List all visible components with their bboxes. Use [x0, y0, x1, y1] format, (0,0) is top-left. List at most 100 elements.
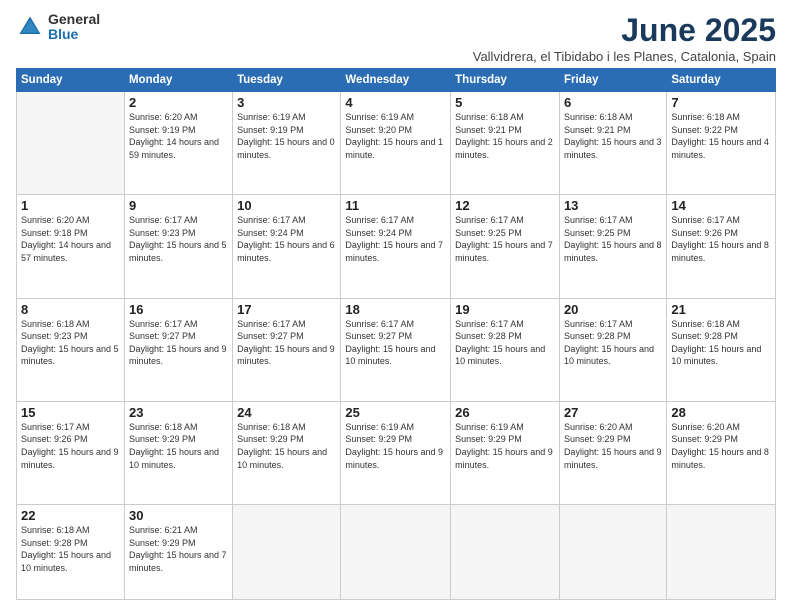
day-number: 2 — [129, 95, 228, 110]
day-number: 22 — [21, 508, 120, 523]
header-cell-friday: Friday — [559, 69, 666, 92]
day-cell: 22Sunrise: 6:18 AMSunset: 9:28 PMDayligh… — [17, 505, 125, 600]
day-number: 23 — [129, 405, 228, 420]
logo-blue: Blue — [48, 27, 100, 42]
day-info: Sunrise: 6:20 AMSunset: 9:19 PMDaylight:… — [129, 111, 228, 161]
day-cell — [17, 92, 125, 195]
header-cell-thursday: Thursday — [451, 69, 560, 92]
day-info: Sunrise: 6:17 AMSunset: 9:26 PMDaylight:… — [21, 421, 120, 471]
day-info: Sunrise: 6:19 AMSunset: 9:29 PMDaylight:… — [455, 421, 555, 471]
day-info: Sunrise: 6:17 AMSunset: 9:23 PMDaylight:… — [129, 214, 228, 264]
day-cell: 2Sunrise: 6:20 AMSunset: 9:19 PMDaylight… — [124, 92, 232, 195]
day-cell — [667, 505, 776, 600]
day-cell: 11Sunrise: 6:17 AMSunset: 9:24 PMDayligh… — [341, 195, 451, 298]
day-info: Sunrise: 6:17 AMSunset: 9:24 PMDaylight:… — [345, 214, 446, 264]
day-number: 16 — [129, 302, 228, 317]
day-cell: 17Sunrise: 6:17 AMSunset: 9:27 PMDayligh… — [233, 298, 341, 401]
day-number: 5 — [455, 95, 555, 110]
day-info: Sunrise: 6:20 AMSunset: 9:29 PMDaylight:… — [564, 421, 662, 471]
day-number: 10 — [237, 198, 336, 213]
day-cell: 19Sunrise: 6:17 AMSunset: 9:28 PMDayligh… — [451, 298, 560, 401]
day-number: 18 — [345, 302, 446, 317]
day-info: Sunrise: 6:18 AMSunset: 9:29 PMDaylight:… — [237, 421, 336, 471]
day-info: Sunrise: 6:17 AMSunset: 9:28 PMDaylight:… — [564, 318, 662, 368]
day-info: Sunrise: 6:18 AMSunset: 9:28 PMDaylight:… — [21, 524, 120, 574]
day-number: 3 — [237, 95, 336, 110]
week-row-2: 8Sunrise: 6:18 AMSunset: 9:23 PMDaylight… — [17, 298, 776, 401]
day-number: 21 — [671, 302, 771, 317]
day-cell: 30Sunrise: 6:21 AMSunset: 9:29 PMDayligh… — [124, 505, 232, 600]
header-cell-saturday: Saturday — [667, 69, 776, 92]
title-section: June 2025 Vallvidrera, el Tibidabo i les… — [473, 12, 776, 64]
day-cell: 28Sunrise: 6:20 AMSunset: 9:29 PMDayligh… — [667, 401, 776, 504]
week-row-3: 15Sunrise: 6:17 AMSunset: 9:26 PMDayligh… — [17, 401, 776, 504]
header-cell-tuesday: Tuesday — [233, 69, 341, 92]
day-number: 15 — [21, 405, 120, 420]
day-number: 25 — [345, 405, 446, 420]
day-number: 1 — [21, 198, 120, 213]
location: Vallvidrera, el Tibidabo i les Planes, C… — [473, 49, 776, 64]
day-number: 17 — [237, 302, 336, 317]
day-number: 12 — [455, 198, 555, 213]
day-cell: 1Sunrise: 6:20 AMSunset: 9:18 PMDaylight… — [17, 195, 125, 298]
header-cell-wednesday: Wednesday — [341, 69, 451, 92]
logo-icon — [16, 13, 44, 41]
day-cell: 9Sunrise: 6:17 AMSunset: 9:23 PMDaylight… — [124, 195, 232, 298]
day-info: Sunrise: 6:17 AMSunset: 9:24 PMDaylight:… — [237, 214, 336, 264]
week-row-0: 2Sunrise: 6:20 AMSunset: 9:19 PMDaylight… — [17, 92, 776, 195]
day-cell: 7Sunrise: 6:18 AMSunset: 9:22 PMDaylight… — [667, 92, 776, 195]
day-info: Sunrise: 6:19 AMSunset: 9:19 PMDaylight:… — [237, 111, 336, 161]
day-info: Sunrise: 6:17 AMSunset: 9:27 PMDaylight:… — [345, 318, 446, 368]
header-row: SundayMondayTuesdayWednesdayThursdayFrid… — [17, 69, 776, 92]
day-number: 11 — [345, 198, 446, 213]
day-cell — [341, 505, 451, 600]
day-cell: 15Sunrise: 6:17 AMSunset: 9:26 PMDayligh… — [17, 401, 125, 504]
day-info: Sunrise: 6:20 AMSunset: 9:29 PMDaylight:… — [671, 421, 771, 471]
logo: General Blue — [16, 12, 100, 43]
day-cell: 6Sunrise: 6:18 AMSunset: 9:21 PMDaylight… — [559, 92, 666, 195]
day-cell: 8Sunrise: 6:18 AMSunset: 9:23 PMDaylight… — [17, 298, 125, 401]
day-number: 6 — [564, 95, 662, 110]
calendar-table: SundayMondayTuesdayWednesdayThursdayFrid… — [16, 68, 776, 600]
day-info: Sunrise: 6:17 AMSunset: 9:25 PMDaylight:… — [455, 214, 555, 264]
day-info: Sunrise: 6:17 AMSunset: 9:26 PMDaylight:… — [671, 214, 771, 264]
day-number: 7 — [671, 95, 771, 110]
day-cell: 5Sunrise: 6:18 AMSunset: 9:21 PMDaylight… — [451, 92, 560, 195]
day-info: Sunrise: 6:17 AMSunset: 9:28 PMDaylight:… — [455, 318, 555, 368]
day-cell: 16Sunrise: 6:17 AMSunset: 9:27 PMDayligh… — [124, 298, 232, 401]
day-number: 20 — [564, 302, 662, 317]
day-cell: 21Sunrise: 6:18 AMSunset: 9:28 PMDayligh… — [667, 298, 776, 401]
page: General Blue June 2025 Vallvidrera, el T… — [0, 0, 792, 612]
day-info: Sunrise: 6:17 AMSunset: 9:27 PMDaylight:… — [129, 318, 228, 368]
day-cell: 14Sunrise: 6:17 AMSunset: 9:26 PMDayligh… — [667, 195, 776, 298]
day-cell: 25Sunrise: 6:19 AMSunset: 9:29 PMDayligh… — [341, 401, 451, 504]
day-cell: 4Sunrise: 6:19 AMSunset: 9:20 PMDaylight… — [341, 92, 451, 195]
day-cell: 27Sunrise: 6:20 AMSunset: 9:29 PMDayligh… — [559, 401, 666, 504]
day-info: Sunrise: 6:18 AMSunset: 9:28 PMDaylight:… — [671, 318, 771, 368]
day-cell — [233, 505, 341, 600]
day-number: 30 — [129, 508, 228, 523]
day-info: Sunrise: 6:17 AMSunset: 9:27 PMDaylight:… — [237, 318, 336, 368]
day-info: Sunrise: 6:18 AMSunset: 9:29 PMDaylight:… — [129, 421, 228, 471]
day-cell: 3Sunrise: 6:19 AMSunset: 9:19 PMDaylight… — [233, 92, 341, 195]
day-info: Sunrise: 6:19 AMSunset: 9:29 PMDaylight:… — [345, 421, 446, 471]
day-info: Sunrise: 6:19 AMSunset: 9:20 PMDaylight:… — [345, 111, 446, 161]
day-cell — [559, 505, 666, 600]
day-number: 4 — [345, 95, 446, 110]
day-info: Sunrise: 6:21 AMSunset: 9:29 PMDaylight:… — [129, 524, 228, 574]
day-info: Sunrise: 6:17 AMSunset: 9:25 PMDaylight:… — [564, 214, 662, 264]
day-info: Sunrise: 6:18 AMSunset: 9:23 PMDaylight:… — [21, 318, 120, 368]
day-info: Sunrise: 6:18 AMSunset: 9:22 PMDaylight:… — [671, 111, 771, 161]
day-cell: 10Sunrise: 6:17 AMSunset: 9:24 PMDayligh… — [233, 195, 341, 298]
week-row-1: 1Sunrise: 6:20 AMSunset: 9:18 PMDaylight… — [17, 195, 776, 298]
logo-general: General — [48, 12, 100, 27]
day-info: Sunrise: 6:18 AMSunset: 9:21 PMDaylight:… — [564, 111, 662, 161]
day-number: 9 — [129, 198, 228, 213]
day-number: 26 — [455, 405, 555, 420]
header: General Blue June 2025 Vallvidrera, el T… — [16, 12, 776, 64]
day-number: 8 — [21, 302, 120, 317]
day-number: 24 — [237, 405, 336, 420]
day-cell: 23Sunrise: 6:18 AMSunset: 9:29 PMDayligh… — [124, 401, 232, 504]
day-cell: 13Sunrise: 6:17 AMSunset: 9:25 PMDayligh… — [559, 195, 666, 298]
day-cell: 12Sunrise: 6:17 AMSunset: 9:25 PMDayligh… — [451, 195, 560, 298]
